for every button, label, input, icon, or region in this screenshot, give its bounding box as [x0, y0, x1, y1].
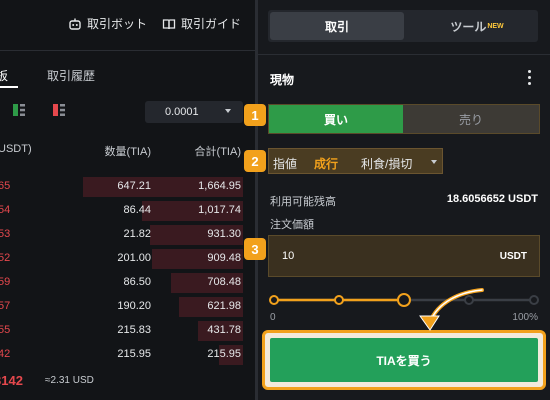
slider-step[interactable] — [269, 295, 279, 305]
orderbook-row[interactable]: 59 86.50 708.48 — [0, 271, 255, 295]
row-price: 53 — [0, 228, 11, 240]
row-total: 909.48 — [207, 252, 241, 264]
order-value-input[interactable]: 10 USDT — [268, 235, 540, 277]
tab-trade-history[interactable]: 取引履歴 — [47, 67, 95, 84]
tab-tools-label: ツール — [450, 19, 487, 34]
available-balance-label: 利用可能残高 — [270, 196, 336, 208]
row-price: 55 — [0, 324, 11, 336]
tab-trade-label: 取引 — [324, 19, 349, 34]
robot-icon — [69, 18, 81, 30]
row-total: 708.48 — [207, 276, 241, 288]
row-qty: 86.50 — [123, 276, 151, 288]
more-options-icon[interactable] — [528, 70, 532, 86]
tab-orderbook[interactable]: 板 — [0, 67, 8, 84]
order-type-limit[interactable]: 指値 — [273, 155, 297, 172]
trade-header-divider — [258, 54, 550, 55]
header-divider — [0, 50, 255, 51]
trade-tools-switch: 取引 ツール NEW — [268, 10, 538, 42]
slider-step[interactable] — [529, 295, 539, 305]
slider-max-label: 100% — [512, 312, 538, 323]
orderbook-row[interactable]: 57 190.20 621.98 — [0, 295, 255, 319]
buy-sell-toggle: 買い 売り — [268, 104, 540, 134]
orderbook-row[interactable]: 42 215.95 215.95 — [0, 343, 255, 367]
order-type-market[interactable]: 成行 — [314, 155, 338, 172]
orderbook-row[interactable]: 65 647.21 1,664.95 — [0, 175, 255, 199]
step-badge-1: 1 — [244, 104, 266, 126]
trade-panel: 取引 ツール NEW 現物 買い 売り 指値 成行 利食/損切 利用可能残高 18… — [258, 0, 550, 400]
submit-highlight: TIAを買う — [262, 330, 546, 390]
order-value-label: 注文価額 — [270, 219, 314, 231]
row-qty: 215.83 — [117, 324, 151, 336]
available-balance-value: 18.6056652 USDT — [446, 193, 538, 205]
precision-value: 0.0001 — [165, 106, 199, 118]
precision-select[interactable]: 0.0001 — [145, 101, 243, 123]
book-icon — [162, 18, 176, 29]
row-qty: 201.00 — [117, 252, 151, 264]
orderbook-row[interactable]: 52 201.00 909.48 — [0, 247, 255, 271]
row-price: 54 — [0, 204, 11, 216]
orderbook-row[interactable]: 54 86.44 1,017.74 — [0, 199, 255, 223]
row-price: 42 — [0, 348, 11, 360]
row-qty: 86.44 — [123, 204, 151, 216]
trading-bot-link[interactable]: 取引ボット — [68, 15, 147, 32]
buy-sell-frame — [268, 104, 540, 134]
buy-tia-label: TIAを買う — [376, 353, 432, 368]
order-type-tpsl[interactable]: 利食/損切 — [361, 155, 412, 172]
slider-thumb[interactable] — [397, 293, 411, 307]
step-badge-2: 2 — [244, 150, 266, 172]
row-total: 1,017.74 — [198, 204, 241, 216]
row-total: 931.30 — [207, 228, 241, 240]
row-total: 215.95 — [207, 348, 241, 360]
row-total: 1,664.95 — [198, 180, 241, 192]
buy-view-icon[interactable] — [12, 103, 26, 117]
slider-step[interactable] — [334, 295, 344, 305]
trading-guide-link[interactable]: 取引ガイド — [162, 15, 241, 32]
new-badge: NEW — [487, 22, 504, 30]
col-header-price: USDT) — [0, 143, 32, 155]
orderbook-panel: 取引ボット 取引ガイド 板 取引履歴 0.0001 USDT) 数量(TIA) … — [0, 0, 255, 400]
row-price: 65 — [0, 180, 11, 192]
row-price: 57 — [0, 300, 11, 312]
tab-tools[interactable]: ツール NEW — [418, 12, 536, 40]
guide-arrow-icon — [419, 288, 484, 331]
chevron-down-icon — [431, 160, 437, 164]
col-header-total: 合計(TIA) — [194, 146, 241, 158]
amount-slider[interactable] — [268, 288, 540, 328]
last-price: 3142 — [0, 373, 23, 388]
row-total: 431.78 — [207, 324, 241, 336]
trading-guide-label: 取引ガイド — [181, 17, 242, 31]
row-qty: 190.20 — [117, 300, 151, 312]
orderbook-row[interactable]: 53 21.82 931.30 — [0, 223, 255, 247]
orderbook-row[interactable]: 55 215.83 431.78 — [0, 319, 255, 343]
row-price: 52 — [0, 252, 11, 264]
buy-tia-button[interactable]: TIAを買う — [270, 338, 538, 382]
slider-min-label: 0 — [270, 312, 276, 323]
last-price-usd: ≈2.31 USD — [45, 375, 94, 386]
row-qty: 215.95 — [117, 348, 151, 360]
tab-trade[interactable]: 取引 — [270, 12, 404, 40]
row-price: 59 — [0, 276, 11, 288]
row-qty: 647.21 — [117, 180, 151, 192]
row-qty: 21.82 — [123, 228, 151, 240]
row-total: 621.98 — [207, 300, 241, 312]
section-title-spot: 現物 — [270, 73, 295, 87]
tab-active-indicator — [0, 86, 18, 88]
col-header-qty: 数量(TIA) — [104, 146, 151, 158]
trading-bot-label: 取引ボット — [87, 17, 148, 31]
order-type-selector: 指値 成行 利食/損切 — [268, 148, 443, 174]
step-badge-3: 3 — [244, 238, 266, 260]
order-value: 10 — [282, 250, 295, 262]
chevron-down-icon — [225, 109, 231, 113]
sell-view-icon[interactable] — [52, 103, 66, 117]
order-value-unit: USDT — [499, 251, 527, 262]
